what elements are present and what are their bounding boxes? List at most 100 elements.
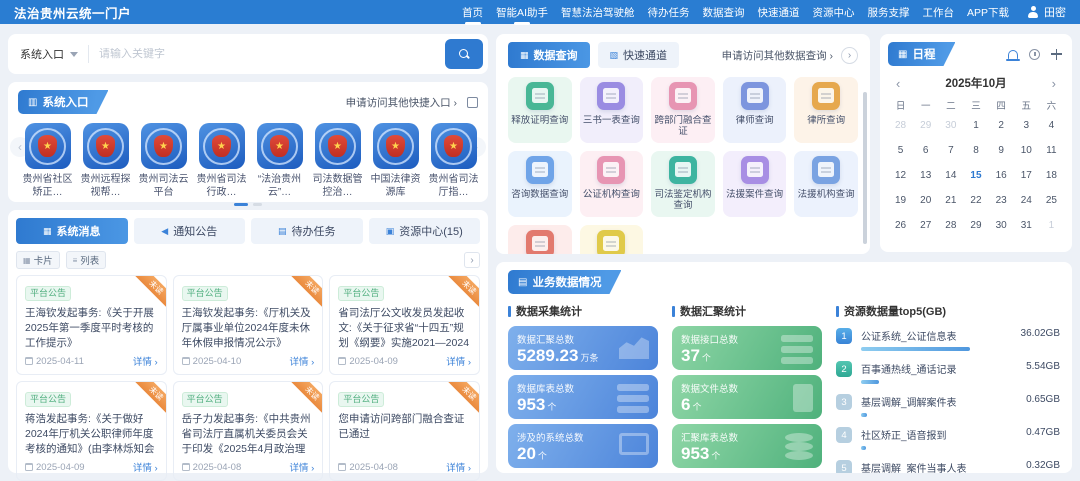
bell-icon[interactable] (1008, 50, 1018, 59)
nav-item[interactable]: 首页 (462, 5, 483, 20)
detail-link[interactable]: 详情 › (290, 460, 315, 474)
calendar-day[interactable]: 31 (1014, 213, 1039, 238)
calendar-day[interactable]: 28 (888, 113, 913, 138)
app-item[interactable]: ★ 贵州省司法行政… (194, 123, 249, 199)
scrollbar-thumb[interactable] (863, 92, 867, 244)
calendar-day[interactable]: 28 (938, 213, 963, 238)
fullscreen-icon[interactable] (467, 97, 478, 108)
calendar-day[interactable]: 18 (1039, 163, 1064, 188)
query-tile[interactable]: 三书一表查询 (580, 77, 644, 143)
query-tile[interactable]: 释放证明查询 (508, 77, 572, 143)
nav-item[interactable]: 智慧法治驾驶舱 (561, 5, 635, 20)
app-item[interactable]: ★ 贵州远程探视帮… (78, 123, 133, 199)
query-tile[interactable] (508, 225, 572, 254)
app-item[interactable]: ★ 中国法律资源库 (368, 123, 423, 199)
calendar-day[interactable]: 29 (913, 113, 938, 138)
calendar-day[interactable]: 1 (1039, 213, 1064, 238)
calendar-day[interactable]: 22 (963, 188, 988, 213)
message-card[interactable]: 平台公告 蒋浩发起事务:《关于做好2024年厅机关公职律师年度考核的通知》(由李… (16, 381, 167, 481)
calendar-day[interactable]: 26 (888, 213, 913, 238)
calendar-day[interactable]: 24 (1014, 188, 1039, 213)
calendar-day[interactable]: 19 (888, 188, 913, 213)
calendar-day[interactable]: 8 (963, 138, 988, 163)
prev-month-icon[interactable]: ‹ (896, 76, 900, 91)
view-list-button[interactable]: ≡ 列表 (66, 251, 107, 269)
calendar-day[interactable]: 11 (1039, 138, 1064, 163)
clock-icon[interactable] (1029, 49, 1040, 60)
message-card[interactable]: 平台公告 您申请访问跨部门融合查证已通过 2025-04-08 详情 › 未读 (329, 381, 480, 481)
calendar-day[interactable]: 7 (938, 138, 963, 163)
query-tab[interactable]: ▧ 快速通道 (598, 42, 680, 68)
query-tile[interactable]: 咨询数据查询 (508, 151, 572, 217)
request-query-access-link[interactable]: 申请访问其他数据查询 › (722, 48, 833, 63)
query-tile[interactable]: 法援机构查询 (794, 151, 858, 217)
message-card[interactable]: 平台公告 王海钦发起事务:《关于开展2025年第一季度平时考核的工作提示》 20… (16, 275, 167, 375)
pagination-dot[interactable] (253, 203, 262, 206)
nav-item[interactable]: 资源中心 (812, 5, 854, 20)
calendar-day[interactable]: 15 (963, 163, 988, 188)
calendar-day[interactable]: 4 (1039, 113, 1064, 138)
messages-next-page-icon[interactable]: › (464, 252, 480, 268)
query-tile[interactable]: 律所查询 (794, 77, 858, 143)
message-tab[interactable]: ◀ 通知公告 (134, 218, 246, 244)
calendar-day[interactable]: 17 (1014, 163, 1039, 188)
calendar-day[interactable]: 6 (913, 138, 938, 163)
nav-item[interactable]: 智能AI助手 (496, 5, 548, 20)
detail-link[interactable]: 详情 › (290, 354, 315, 368)
calendar-day[interactable]: 23 (989, 188, 1014, 213)
search-input[interactable] (99, 48, 445, 60)
nav-item[interactable]: APP下载 (967, 5, 1009, 20)
calendar-day[interactable]: 25 (1039, 188, 1064, 213)
calendar-day[interactable]: 14 (938, 163, 963, 188)
message-tab[interactable]: ▤ 待办任务 (251, 218, 363, 244)
message-tab[interactable]: ▣ 资源中心(15) (369, 218, 481, 244)
message-card[interactable]: 平台公告 岳子力发起事务:《中共贵州省司法厅直属机关委员会关于印发《2025年4… (173, 381, 324, 481)
calendar-day[interactable]: 5 (888, 138, 913, 163)
calendar-day[interactable]: 30 (938, 113, 963, 138)
app-item[interactable]: ★ “法治贵州云”… (252, 123, 307, 199)
app-item[interactable]: ★ 贵州司法云平台 (136, 123, 191, 199)
calendar-day[interactable]: 30 (989, 213, 1014, 238)
calendar-day[interactable]: 13 (913, 163, 938, 188)
add-event-icon[interactable] (1051, 49, 1062, 60)
nav-item[interactable]: 服务支撑 (867, 5, 909, 20)
message-card[interactable]: 平台公告 王海钦发起事务:《厅机关及厅属事业单位2024年度未休年休假申报情况公… (173, 275, 324, 375)
query-more-arrow-icon[interactable]: › (841, 47, 858, 64)
nav-item[interactable]: 待办任务 (647, 5, 689, 20)
query-tile[interactable]: 跨部门融合查证 (651, 77, 715, 143)
calendar-day[interactable]: 21 (938, 188, 963, 213)
query-tile[interactable]: 法援案件查询 (723, 151, 787, 217)
app-item[interactable]: ★ 贵州省社区矫正… (20, 123, 75, 199)
query-tile[interactable]: 律师查询 (723, 77, 787, 143)
search-button[interactable] (445, 39, 483, 69)
search-category-select[interactable]: 系统入口 (20, 46, 88, 62)
query-tab[interactable]: ▦ 数据查询 (508, 42, 590, 68)
nav-item[interactable]: 工作台 (922, 5, 954, 20)
app-item[interactable]: ★ 司法数据管控治… (310, 123, 365, 199)
query-tile[interactable] (580, 225, 644, 254)
message-tab[interactable]: ▦ 系统消息 (16, 218, 128, 244)
nav-item[interactable]: 数据查询 (702, 5, 744, 20)
query-tile[interactable]: 公证机构查询 (580, 151, 644, 217)
calendar-day[interactable]: 3 (1014, 113, 1039, 138)
detail-link[interactable]: 详情 › (446, 354, 471, 368)
calendar-day[interactable]: 2 (989, 113, 1014, 138)
calendar-day[interactable]: 9 (989, 138, 1014, 163)
nav-item[interactable]: 快速通道 (757, 5, 799, 20)
calendar-day[interactable]: 10 (1014, 138, 1039, 163)
pagination-dot-active[interactable] (234, 203, 248, 206)
detail-link[interactable]: 详情 › (133, 354, 158, 368)
message-card[interactable]: 平台公告 省司法厅公文收发员发起收文:《关于征求省“十四五”规划《纲要》实施20… (329, 275, 480, 375)
calendar-day[interactable]: 27 (913, 213, 938, 238)
calendar-day[interactable]: 16 (989, 163, 1014, 188)
calendar-day[interactable]: 20 (913, 188, 938, 213)
calendar-day[interactable]: 29 (963, 213, 988, 238)
request-entry-access-link[interactable]: 申请访问其他快捷入口 › (346, 95, 457, 110)
next-month-icon[interactable]: › (1052, 76, 1056, 91)
app-item[interactable]: ★ 贵州省司法厅指… (426, 123, 481, 199)
detail-link[interactable]: 详情 › (446, 460, 471, 474)
detail-link[interactable]: 详情 › (133, 460, 158, 474)
view-card-button[interactable]: ▦ 卡片 (16, 251, 60, 269)
calendar-day[interactable]: 12 (888, 163, 913, 188)
calendar-day[interactable]: 1 (963, 113, 988, 138)
